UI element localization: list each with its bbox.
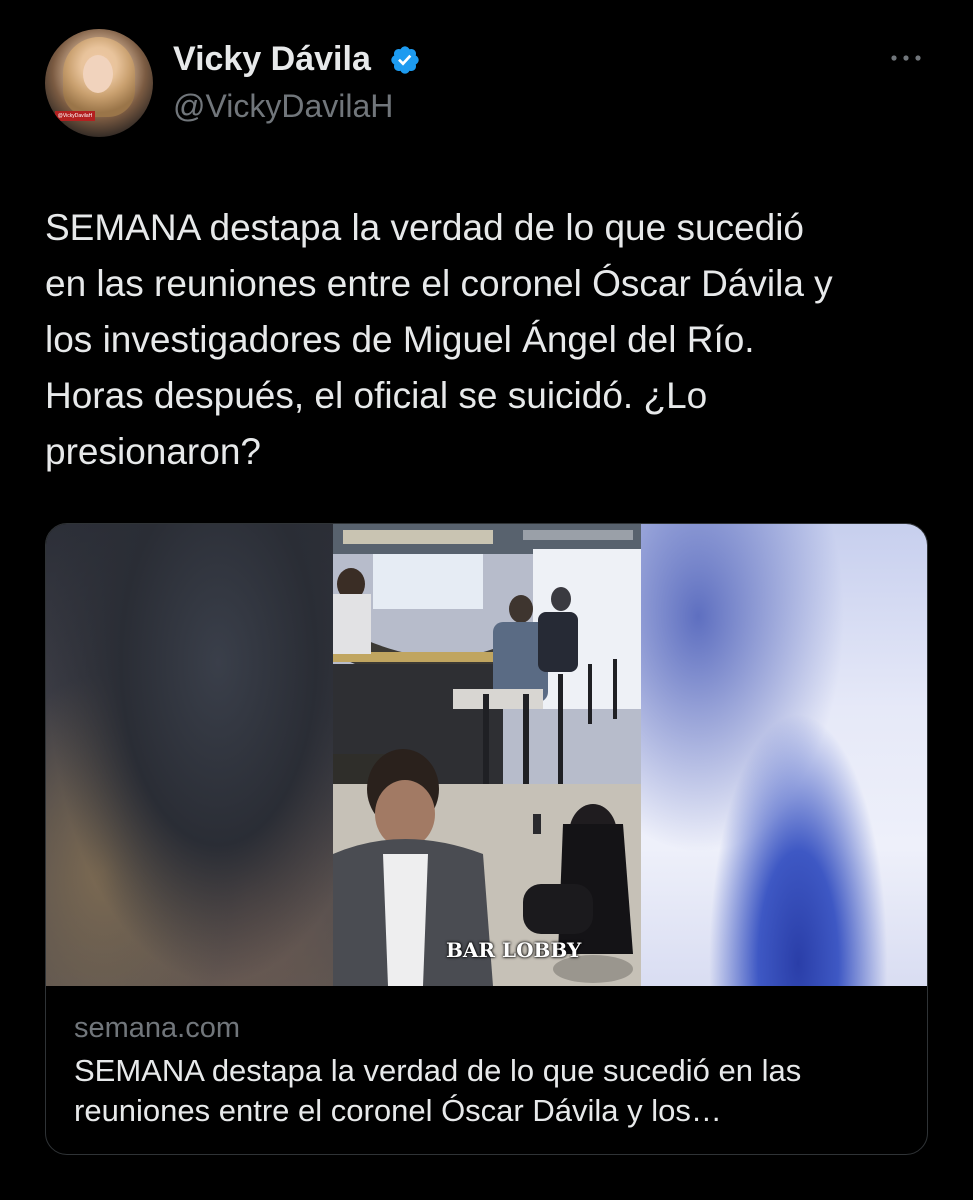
tweet-text: SEMANA destapa la verdad de lo que suced… [45,207,833,472]
more-options-icon[interactable] [888,48,928,68]
card-image-center [333,524,641,986]
avatar-face [83,55,113,93]
user-handle[interactable]: @VickyDavilaH [173,88,393,125]
card-image-right-blur [641,524,927,986]
link-card[interactable]: BAR LOBBY semana.com SEMANA destapa la v… [45,523,928,1155]
verified-badge-icon [391,46,419,74]
card-domain: semana.com [74,1012,241,1044]
card-image[interactable]: BAR LOBBY [46,524,927,986]
card-image-overlay-text: BAR LOBBY [446,938,582,962]
more-dots [891,55,921,61]
avatar[interactable]: @VickyDavilaH [45,29,153,137]
card-title[interactable]: SEMANA destapa la verdad de lo que suced… [74,1051,914,1131]
card-image-left-blur [46,524,333,986]
display-name[interactable]: Vicky Dávila [173,40,371,79]
avatar-label: @VickyDavilaH [55,111,95,121]
